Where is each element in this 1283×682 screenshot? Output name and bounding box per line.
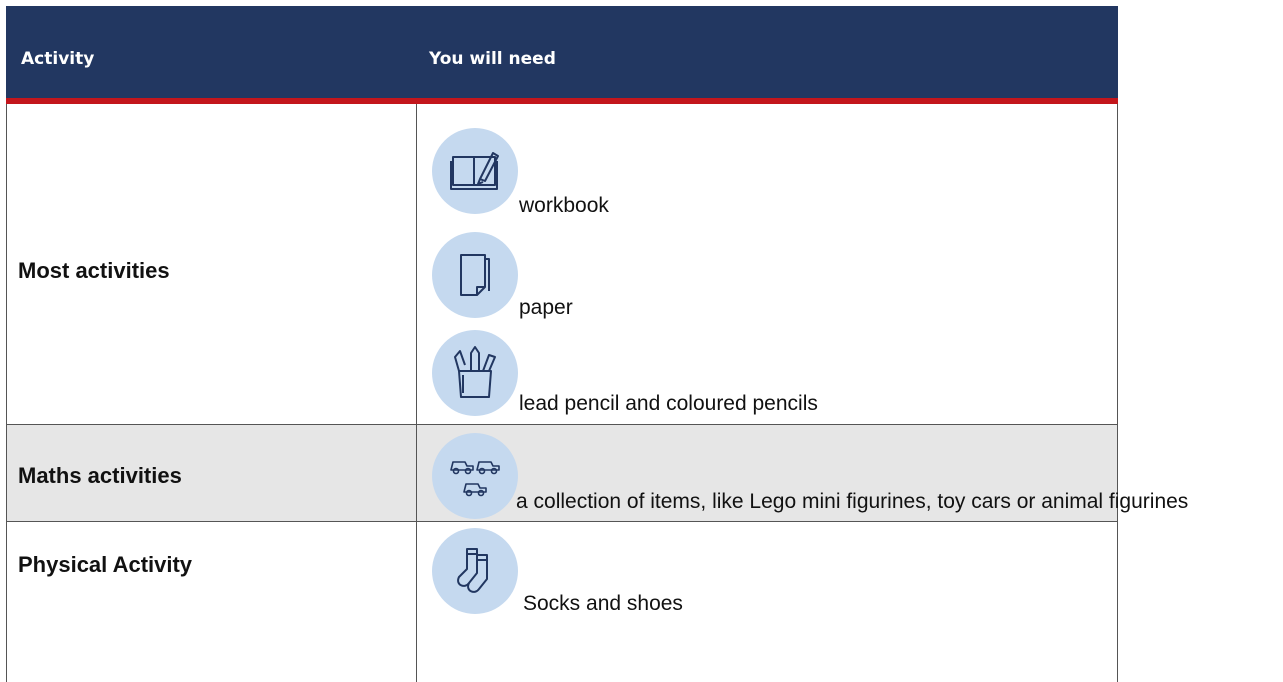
equipment-table: Activity You will need Most activities w… — [6, 6, 1188, 682]
row-label: Most activities — [18, 258, 170, 283]
item-text: Socks and shoes — [523, 592, 683, 615]
item-text: lead pencil and coloured pencils — [519, 392, 818, 415]
socks-icon — [432, 528, 518, 614]
table-row: Physical Activity Socks and shoes — [6, 521, 1118, 682]
header-activity: Activity — [21, 49, 95, 69]
header-you-will-need: You will need — [429, 49, 556, 69]
workbook-icon — [432, 128, 518, 214]
pencil-cup-icon — [432, 330, 518, 416]
paper-icon — [432, 232, 518, 318]
item-text: a collection of items, like Lego mini fi… — [516, 490, 1189, 513]
table-row: Maths activities a collection of items, … — [6, 424, 1188, 521]
toy-cars-icon — [432, 433, 518, 519]
table-row: Most activities workbook paper lead penc… — [6, 104, 1118, 424]
row-label: Maths activities — [18, 463, 182, 488]
row-label: Physical Activity — [18, 552, 193, 577]
item-text: paper — [519, 296, 573, 319]
item-text: workbook — [519, 194, 609, 217]
table-header: Activity You will need — [6, 6, 1118, 104]
